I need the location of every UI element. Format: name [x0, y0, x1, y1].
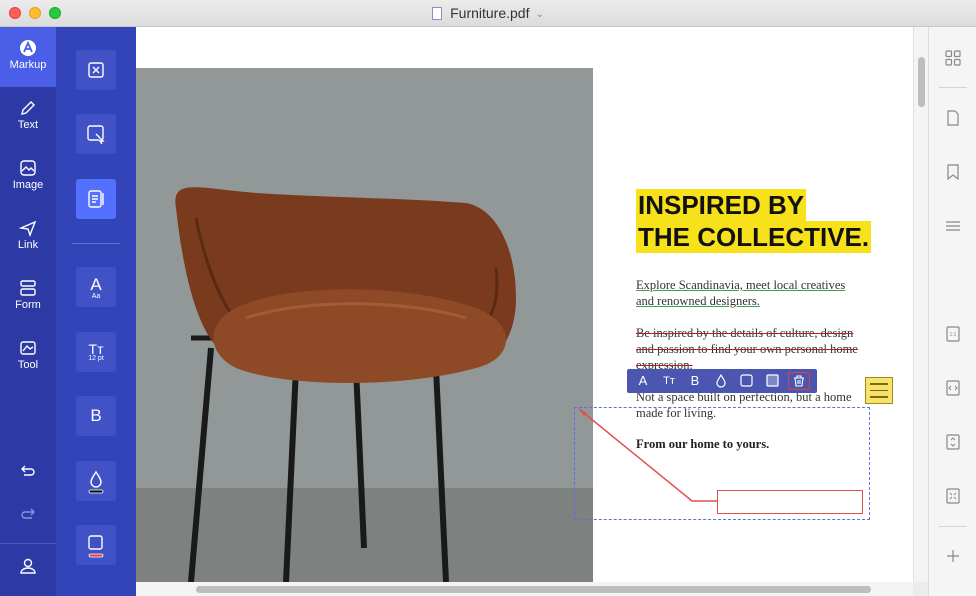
rail-label-link: Link	[17, 239, 39, 251]
textbox-comment-tool[interactable]	[76, 179, 116, 219]
ctx-note-button[interactable]	[762, 369, 784, 393]
callout-leader-line	[578, 408, 717, 502]
rail-label-tool: Tool	[17, 359, 39, 371]
rail-item-link[interactable]: Link	[0, 207, 56, 267]
select-box-icon	[87, 125, 105, 145]
pencil-icon	[21, 101, 35, 115]
font-icon: A	[90, 275, 102, 294]
tool-icon	[20, 341, 36, 355]
ctx-fill-color-button[interactable]	[710, 369, 732, 393]
bookmark-icon[interactable]	[945, 164, 961, 180]
paragraph-inspired[interactable]: Be inspired by the details of culture, d…	[636, 325, 866, 373]
rail-label-text: Text	[17, 119, 39, 131]
fill-color-tool[interactable]	[76, 461, 116, 501]
svg-text:1:1: 1:1	[950, 332, 957, 338]
fill-color-icon	[716, 373, 726, 388]
chair-image	[136, 68, 593, 582]
rail-item-text[interactable]: Text	[0, 87, 56, 147]
chevron-down-icon[interactable]: ⌄	[535, 9, 543, 20]
rail-item-form[interactable]: Form	[0, 267, 56, 327]
font-tool-sub: Aa	[91, 293, 101, 300]
ctx-delete-button[interactable]	[788, 372, 810, 390]
annotation-context-toolbar: A Tт B	[627, 369, 817, 393]
close-box-tool[interactable]	[76, 50, 116, 90]
fill-color-icon	[88, 470, 104, 494]
chair-photo	[136, 68, 593, 582]
view-rail: 1:1	[928, 27, 976, 596]
rail-label-image: Image	[12, 179, 44, 191]
bold-icon: B	[690, 373, 700, 388]
paragraph-explore[interactable]: Explore Scandinavia, meet local creative…	[636, 277, 866, 309]
bold-tool[interactable]: B	[76, 396, 116, 436]
undo-icon	[21, 465, 35, 476]
bold-icon: B	[90, 406, 102, 425]
ctx-font-size-button[interactable]: Tт	[658, 369, 680, 393]
font-size-icon: Tт	[663, 375, 675, 387]
font-tool[interactable]: A Aa	[76, 267, 116, 307]
mode-rail: Markup Text Image Link Form Tool	[0, 27, 56, 596]
fit-page-icon[interactable]	[945, 434, 961, 450]
ctx-font-button[interactable]: A	[632, 369, 654, 393]
textbox-comment-icon	[88, 190, 104, 208]
delete-icon	[794, 375, 804, 387]
heading-line-1: INSPIRED BY	[636, 189, 807, 221]
actual-size-icon[interactable]: 1:1	[945, 326, 961, 342]
document-icon	[432, 7, 443, 20]
rail-label-form: Form	[15, 299, 41, 311]
fullscreen-icon[interactable]	[945, 488, 961, 504]
ctx-bold-button[interactable]: B	[684, 369, 706, 393]
window-title-text: Furniture.pdf	[450, 5, 530, 21]
form-icon	[20, 280, 36, 296]
thumbnails-icon[interactable]	[945, 50, 961, 66]
account-button[interactable]	[0, 557, 56, 580]
pdf-page[interactable]: INSPIRED BY THE COLLECTIVE. Explore Scan…	[136, 27, 913, 582]
markup-icon	[20, 40, 36, 56]
redo-button[interactable]	[0, 506, 56, 527]
border-color-icon	[740, 374, 753, 387]
image-icon	[20, 160, 36, 176]
horizontal-scrollbar[interactable]	[136, 582, 913, 596]
link-icon	[19, 220, 37, 237]
rail-divider	[939, 526, 967, 527]
font-size-tool[interactable]: Tт 12 pt	[76, 332, 116, 372]
note-icon	[766, 374, 779, 387]
page-icon[interactable]	[945, 110, 961, 126]
rail-item-image[interactable]: Image	[0, 147, 56, 207]
panel-divider	[72, 243, 120, 244]
rail-item-markup[interactable]: Markup	[0, 27, 56, 87]
rail-item-tool[interactable]: Tool	[0, 327, 56, 387]
document-heading[interactable]: INSPIRED BY THE COLLECTIVE.	[636, 189, 872, 253]
vertical-scroll-thumb[interactable]	[918, 57, 925, 107]
user-icon	[20, 558, 36, 574]
window-title[interactable]: Furniture.pdf ⌄	[0, 5, 976, 21]
add-icon[interactable]	[945, 548, 961, 564]
rail-label-markup: Markup	[9, 59, 47, 71]
font-size-value: 12 pt	[88, 355, 104, 362]
outline-icon[interactable]	[945, 218, 961, 234]
ctx-border-color-button[interactable]	[736, 369, 758, 393]
undo-button[interactable]	[0, 463, 56, 484]
title-bar: Furniture.pdf ⌄	[0, 0, 976, 27]
rail-divider	[939, 87, 967, 88]
font-icon: A	[638, 373, 648, 388]
border-color-icon	[88, 535, 104, 558]
markup-tool-panel: A Aa Tт 12 pt B	[56, 27, 136, 596]
vertical-scrollbar[interactable]	[913, 27, 928, 582]
select-box-tool[interactable]	[76, 114, 116, 154]
heading-line-2: THE COLLECTIVE.	[636, 221, 872, 253]
fit-width-icon[interactable]	[945, 380, 961, 396]
border-color-tool[interactable]	[76, 525, 116, 565]
close-box-icon	[88, 62, 104, 78]
sticky-note-annotation[interactable]	[865, 377, 893, 404]
callout-text-box[interactable]	[717, 490, 863, 514]
horizontal-scroll-thumb[interactable]	[196, 586, 871, 593]
redo-icon	[21, 508, 35, 519]
